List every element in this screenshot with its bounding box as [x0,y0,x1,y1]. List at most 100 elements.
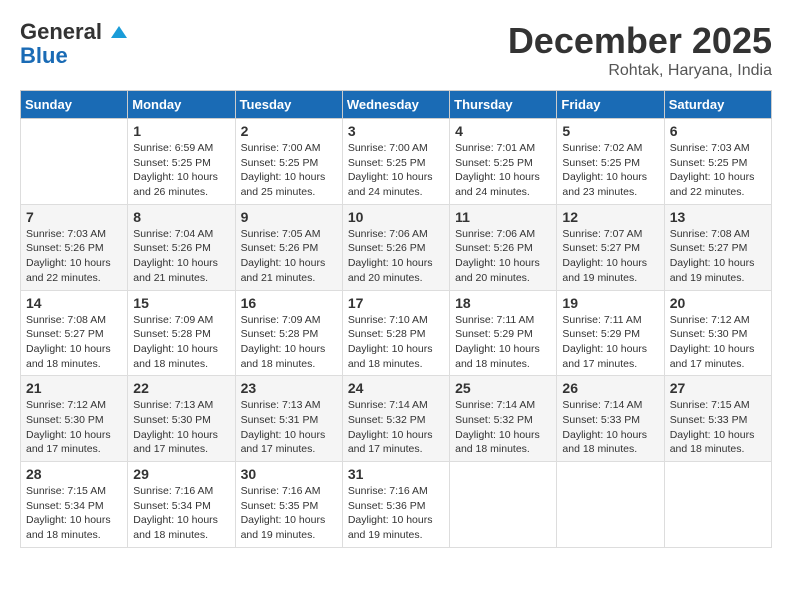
calendar-header-row: Sunday Monday Tuesday Wednesday Thursday… [21,91,772,119]
day-number: 8 [133,209,229,225]
day-number: 26 [562,380,658,396]
day-info: Sunrise: 7:16 AMSunset: 5:34 PMDaylight:… [133,484,229,543]
day-info: Sunrise: 7:06 AMSunset: 5:26 PMDaylight:… [348,227,444,286]
table-row [21,119,128,205]
page-header: General Blue December 2025 Rohtak, Harya… [20,20,772,80]
day-info: Sunrise: 6:59 AMSunset: 5:25 PMDaylight:… [133,141,229,200]
calendar-week-row: 7Sunrise: 7:03 AMSunset: 5:26 PMDaylight… [21,204,772,290]
header-sunday: Sunday [21,91,128,119]
day-info: Sunrise: 7:00 AMSunset: 5:25 PMDaylight:… [241,141,337,200]
day-info: Sunrise: 7:14 AMSunset: 5:32 PMDaylight:… [348,398,444,457]
day-number: 29 [133,466,229,482]
calendar-table: Sunday Monday Tuesday Wednesday Thursday… [20,90,772,548]
table-row: 30 Sunrise: 7:16 AMSunset: 5:35 PMDayligh… [235,462,342,548]
table-row: 1 Sunrise: 6:59 AMSunset: 5:25 PMDaylight… [128,119,235,205]
day-info: Sunrise: 7:16 AMSunset: 5:36 PMDaylight:… [348,484,444,543]
table-row: 27 Sunrise: 7:15 AMSunset: 5:33 PMDayligh… [664,376,771,462]
day-number: 15 [133,295,229,311]
table-row: 29 Sunrise: 7:16 AMSunset: 5:34 PMDayligh… [128,462,235,548]
day-number: 21 [26,380,122,396]
table-row: 8 Sunrise: 7:04 AMSunset: 5:26 PMDaylight… [128,204,235,290]
day-number: 6 [670,123,766,139]
day-info: Sunrise: 7:11 AMSunset: 5:29 PMDaylight:… [562,313,658,372]
day-info: Sunrise: 7:04 AMSunset: 5:26 PMDaylight:… [133,227,229,286]
table-row [557,462,664,548]
day-info: Sunrise: 7:15 AMSunset: 5:34 PMDaylight:… [26,484,122,543]
table-row: 10 Sunrise: 7:06 AMSunset: 5:26 PMDayligh… [342,204,449,290]
table-row: 9 Sunrise: 7:05 AMSunset: 5:26 PMDaylight… [235,204,342,290]
table-row: 24Sunrise: 7:14 AMSunset: 5:32 PMDayligh… [342,376,449,462]
table-row: 18 Sunrise: 7:11 AMSunset: 5:29 PMDayligh… [450,290,557,376]
table-row: 19 Sunrise: 7:11 AMSunset: 5:29 PMDayligh… [557,290,664,376]
table-row: 2 Sunrise: 7:00 AMSunset: 5:25 PMDaylight… [235,119,342,205]
day-number: 25 [455,380,551,396]
calendar-week-row: 21 Sunrise: 7:12 AMSunset: 5:30 PMDayligh… [21,376,772,462]
calendar-week-row: 14Sunrise: 7:08 AMSunset: 5:27 PMDayligh… [21,290,772,376]
day-number: 1 [133,123,229,139]
day-number: 2 [241,123,337,139]
table-row: 26Sunrise: 7:14 AMSunset: 5:33 PMDayligh… [557,376,664,462]
location: Rohtak, Haryana, India [508,62,772,80]
header-thursday: Thursday [450,91,557,119]
day-number: 5 [562,123,658,139]
day-info: Sunrise: 7:15 AMSunset: 5:33 PMDaylight:… [670,398,766,457]
table-row: 6 Sunrise: 7:03 AMSunset: 5:25 PMDaylight… [664,119,771,205]
day-info: Sunrise: 7:02 AMSunset: 5:25 PMDaylight:… [562,141,658,200]
table-row [450,462,557,548]
calendar-week-row: 1 Sunrise: 6:59 AMSunset: 5:25 PMDaylight… [21,119,772,205]
table-row: 17 Sunrise: 7:10 AMSunset: 5:28 PMDayligh… [342,290,449,376]
month-title: December 2025 [508,20,772,62]
day-number: 14 [26,295,122,311]
day-number: 16 [241,295,337,311]
day-info: Sunrise: 7:09 AMSunset: 5:28 PMDaylight:… [133,313,229,372]
day-info: Sunrise: 7:09 AMSunset: 5:28 PMDaylight:… [241,313,337,372]
day-number: 23 [241,380,337,396]
header-friday: Friday [557,91,664,119]
table-row: 13 Sunrise: 7:08 AMSunset: 5:27 PMDayligh… [664,204,771,290]
day-info: Sunrise: 7:16 AMSunset: 5:35 PMDaylight:… [241,484,337,543]
table-row: 7Sunrise: 7:03 AMSunset: 5:26 PMDaylight… [21,204,128,290]
header-monday: Monday [128,91,235,119]
day-number: 30 [241,466,337,482]
logo-text: General [20,20,127,44]
day-number: 10 [348,209,444,225]
day-info: Sunrise: 7:08 AMSunset: 5:27 PMDaylight:… [670,227,766,286]
day-number: 18 [455,295,551,311]
day-number: 9 [241,209,337,225]
day-number: 7 [26,209,122,225]
day-number: 4 [455,123,551,139]
table-row: 25 Sunrise: 7:14 AMSunset: 5:32 PMDayligh… [450,376,557,462]
table-row: 28 Sunrise: 7:15 AMSunset: 5:34 PMDayligh… [21,462,128,548]
day-info: Sunrise: 7:10 AMSunset: 5:28 PMDaylight:… [348,313,444,372]
table-row: 31 Sunrise: 7:16 AMSunset: 5:36 PMDayligh… [342,462,449,548]
day-number: 13 [670,209,766,225]
day-number: 28 [26,466,122,482]
table-row: 23Sunrise: 7:13 AMSunset: 5:31 PMDayligh… [235,376,342,462]
day-number: 22 [133,380,229,396]
day-info: Sunrise: 7:14 AMSunset: 5:32 PMDaylight:… [455,398,551,457]
day-info: Sunrise: 7:05 AMSunset: 5:26 PMDaylight:… [241,227,337,286]
title-block: December 2025 Rohtak, Haryana, India [508,20,772,80]
logo: General Blue [20,20,127,68]
day-info: Sunrise: 7:12 AMSunset: 5:30 PMDaylight:… [26,398,122,457]
day-number: 17 [348,295,444,311]
day-info: Sunrise: 7:11 AMSunset: 5:29 PMDaylight:… [455,313,551,372]
table-row: 3Sunrise: 7:00 AMSunset: 5:25 PMDaylight… [342,119,449,205]
table-row: 21 Sunrise: 7:12 AMSunset: 5:30 PMDayligh… [21,376,128,462]
table-row [664,462,771,548]
header-tuesday: Tuesday [235,91,342,119]
logo-bird-icon [109,24,127,42]
table-row: 11Sunrise: 7:06 AMSunset: 5:26 PMDayligh… [450,204,557,290]
day-number: 27 [670,380,766,396]
day-info: Sunrise: 7:12 AMSunset: 5:30 PMDaylight:… [670,313,766,372]
day-info: Sunrise: 7:07 AMSunset: 5:27 PMDaylight:… [562,227,658,286]
table-row: 12Sunrise: 7:07 AMSunset: 5:27 PMDayligh… [557,204,664,290]
day-number: 31 [348,466,444,482]
table-row: 22Sunrise: 7:13 AMSunset: 5:30 PMDayligh… [128,376,235,462]
day-number: 19 [562,295,658,311]
table-row: 15 Sunrise: 7:09 AMSunset: 5:28 PMDayligh… [128,290,235,376]
day-number: 3 [348,123,444,139]
day-info: Sunrise: 7:03 AMSunset: 5:25 PMDaylight:… [670,141,766,200]
day-info: Sunrise: 7:06 AMSunset: 5:26 PMDaylight:… [455,227,551,286]
header-saturday: Saturday [664,91,771,119]
